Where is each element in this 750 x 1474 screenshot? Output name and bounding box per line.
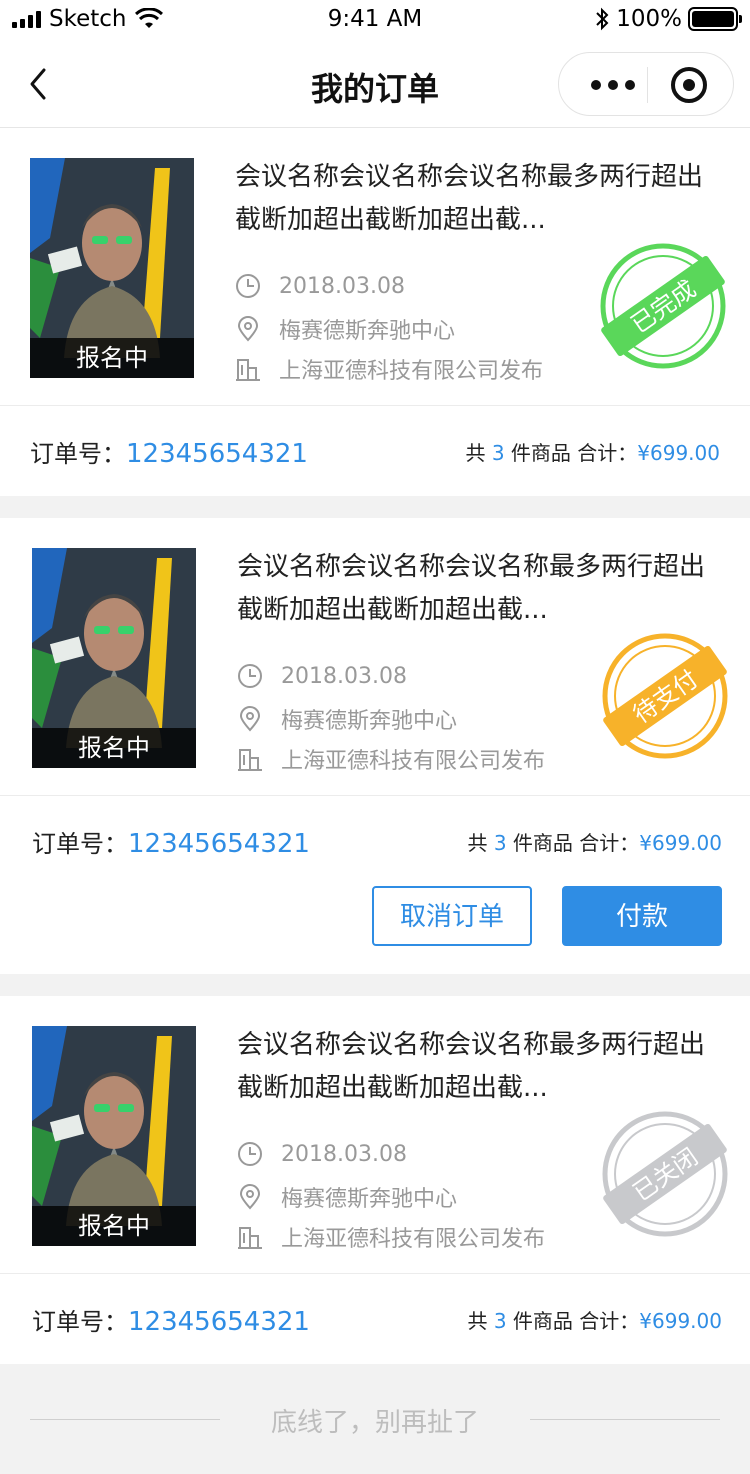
event-title[interactable]: 会议名称会议名称会议名称最多两行超出截断加超出截断加超出截... bbox=[237, 1024, 727, 1110]
order-number-value: 12345654321 bbox=[128, 829, 310, 859]
order-summary: 共 3 件商品 合计：¥699.00 bbox=[467, 827, 722, 856]
order-number-label: 订单号： bbox=[32, 830, 128, 858]
event-poster: 报名中 bbox=[32, 1026, 196, 1246]
order-total: ¥699.00 bbox=[639, 1309, 722, 1333]
event-poster: 报名中 bbox=[32, 548, 196, 768]
battery-percent: 100% bbox=[616, 6, 682, 32]
order-card[interactable]: 报名中 会议名称会议名称会议名称最多两行超出截断加超出截断加超出截... 201… bbox=[0, 128, 750, 496]
event-publisher: 上海亚德科技有限公司发布 bbox=[237, 743, 545, 775]
location-pin-icon bbox=[239, 706, 261, 732]
event-publisher-text: 上海亚德科技有限公司发布 bbox=[281, 1227, 546, 1252]
event-location-text: 梅赛德斯奔驰中心 bbox=[279, 319, 456, 344]
event-publisher: 上海亚德科技有限公司发布 bbox=[237, 1221, 545, 1253]
nav-bar: 我的订单 bbox=[0, 40, 750, 128]
battery-icon bbox=[688, 7, 742, 31]
end-of-list-text: 底线了，别再扯了 bbox=[270, 1408, 479, 1438]
summary-mid: 件商品 合计： bbox=[504, 441, 638, 465]
more-menu-icon[interactable] bbox=[583, 53, 643, 117]
clock-icon bbox=[238, 664, 262, 688]
summary-prefix: 共 bbox=[467, 831, 494, 855]
status-stamp-closed: 已关闭 bbox=[602, 1111, 728, 1237]
clock-icon bbox=[236, 274, 260, 298]
order-actions: 取消订单 付款 bbox=[0, 886, 750, 974]
event-location-text: 梅赛德斯奔驰中心 bbox=[281, 709, 458, 734]
close-target-icon[interactable] bbox=[671, 67, 707, 103]
order-number-value: 12345654321 bbox=[126, 439, 308, 469]
event-date: 2018.03.08 bbox=[237, 663, 407, 689]
event-location: 梅赛德斯奔驰中心 bbox=[237, 1181, 457, 1213]
summary-prefix: 共 bbox=[465, 441, 492, 465]
summary-mid: 件商品 合计： bbox=[506, 1309, 640, 1333]
registration-status-label: 报名中 bbox=[30, 338, 194, 378]
order-number-value: 12345654321 bbox=[128, 1307, 310, 1337]
event-title[interactable]: 会议名称会议名称会议名称最多两行超出截断加超出截断加超出截... bbox=[235, 156, 725, 242]
order-card[interactable]: 报名中 会议名称会议名称会议名称最多两行超出截断加超出截断加超出截... 201… bbox=[0, 518, 750, 974]
order-number: 订单号：12345654321 bbox=[30, 434, 308, 469]
building-icon bbox=[236, 359, 260, 381]
cancel-order-button[interactable]: 取消订单 bbox=[372, 886, 532, 946]
event-publisher-text: 上海亚德科技有限公司发布 bbox=[281, 749, 546, 774]
location-pin-icon bbox=[239, 1184, 261, 1210]
building-icon bbox=[238, 749, 262, 771]
summary-mid: 件商品 合计： bbox=[506, 831, 640, 855]
event-location: 梅赛德斯奔驰中心 bbox=[237, 703, 457, 735]
event-date-text: 2018.03.08 bbox=[281, 1141, 407, 1167]
item-count: 3 bbox=[491, 441, 505, 465]
status-stamp-completed: 已完成 bbox=[600, 243, 726, 369]
event-poster: 报名中 bbox=[30, 158, 194, 378]
order-summary: 共 3 件商品 合计：¥699.00 bbox=[467, 1305, 722, 1334]
divider-right bbox=[530, 1419, 720, 1420]
order-number: 订单号：12345654321 bbox=[32, 1302, 310, 1337]
event-location: 梅赛德斯奔驰中心 bbox=[235, 313, 455, 345]
end-of-list: 底线了，别再扯了 bbox=[0, 1366, 750, 1474]
bluetooth-icon bbox=[596, 7, 609, 31]
event-location-text: 梅赛德斯奔驰中心 bbox=[281, 1187, 458, 1212]
location-pin-icon bbox=[237, 316, 259, 342]
registration-status-label: 报名中 bbox=[32, 728, 196, 768]
building-icon bbox=[238, 1227, 262, 1249]
miniapp-capsule bbox=[558, 52, 734, 116]
event-publisher-text: 上海亚德科技有限公司发布 bbox=[279, 359, 544, 384]
event-date: 2018.03.08 bbox=[237, 1141, 407, 1167]
event-date-text: 2018.03.08 bbox=[279, 273, 405, 299]
registration-status-label: 报名中 bbox=[32, 1206, 196, 1246]
event-date-text: 2018.03.08 bbox=[281, 663, 407, 689]
order-card[interactable]: 报名中 会议名称会议名称会议名称最多两行超出截断加超出截断加超出截... 201… bbox=[0, 996, 750, 1364]
event-date: 2018.03.08 bbox=[235, 273, 405, 299]
event-publisher: 上海亚德科技有限公司发布 bbox=[235, 353, 543, 385]
item-count: 3 bbox=[493, 1309, 507, 1333]
order-number-label: 订单号： bbox=[32, 1308, 128, 1336]
clock-icon bbox=[238, 1142, 262, 1166]
pay-button[interactable]: 付款 bbox=[562, 886, 722, 946]
order-summary: 共 3 件商品 合计：¥699.00 bbox=[465, 437, 720, 466]
summary-prefix: 共 bbox=[467, 1309, 494, 1333]
status-bar: Sketch 9:41 AM 100% bbox=[0, 0, 750, 40]
order-number: 订单号：12345654321 bbox=[32, 824, 310, 859]
order-total: ¥699.00 bbox=[637, 441, 720, 465]
order-total: ¥699.00 bbox=[639, 831, 722, 855]
order-number-label: 订单号： bbox=[30, 440, 126, 468]
event-title[interactable]: 会议名称会议名称会议名称最多两行超出截断加超出截断加超出截... bbox=[237, 546, 727, 632]
item-count: 3 bbox=[493, 831, 507, 855]
status-stamp-pending-payment: 待支付 bbox=[602, 633, 728, 759]
